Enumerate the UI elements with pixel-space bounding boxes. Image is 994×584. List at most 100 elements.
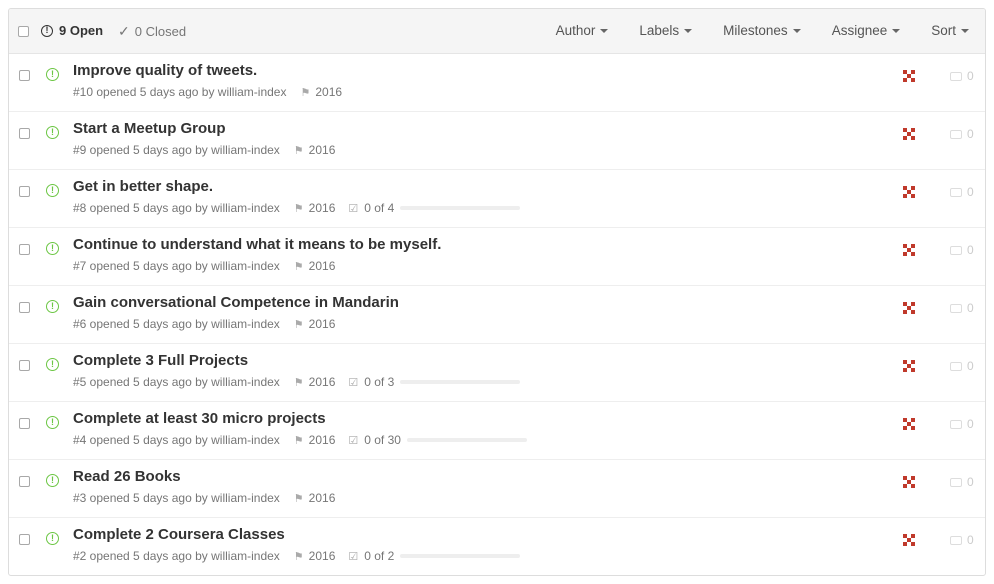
filter-milestones[interactable]: Milestones — [723, 23, 801, 38]
issue-title-link[interactable]: Complete 2 Coursera Classes — [73, 526, 285, 543]
assignee-avatar[interactable] — [903, 418, 915, 430]
issue-title-link[interactable]: Improve quality of tweets. — [73, 62, 257, 79]
milestone-label: 2016 — [308, 433, 336, 447]
filter-labels[interactable]: Labels — [639, 23, 693, 38]
issue-row: ! Complete 2 Coursera Classes #2 opened 5 … — [9, 518, 985, 575]
milestone-link[interactable]: ⚑ 2016 — [294, 201, 336, 215]
milestone-label: 2016 — [308, 317, 336, 331]
issue-opened-by: #6 opened 5 days ago by william-index — [73, 317, 280, 331]
assignee-avatar[interactable] — [903, 70, 915, 82]
milestone-link[interactable]: ⚑ 2016 — [294, 549, 336, 563]
assignee-avatar[interactable] — [903, 186, 915, 198]
issue-checkbox[interactable] — [19, 186, 30, 197]
issue-meta: #7 opened 5 days ago by william-index ⚑ 20… — [73, 259, 335, 273]
filter-author[interactable]: Author — [556, 23, 609, 38]
filter-assignee[interactable]: Assignee — [832, 23, 901, 38]
issue-title-link[interactable]: Gain conversational Competence in Mandar… — [73, 294, 399, 311]
issue-checkbox[interactable] — [19, 418, 30, 429]
comment-icon — [950, 71, 962, 81]
task-progress-bar — [400, 206, 521, 210]
caret-down-icon — [892, 29, 901, 33]
task-progress-bar — [400, 380, 521, 384]
comment-icon — [950, 245, 962, 255]
issue-title-link[interactable]: Complete at least 30 micro projects — [73, 410, 326, 427]
milestone-label: 2016 — [308, 143, 336, 157]
checklist-icon: ☑ — [348, 202, 359, 215]
task-count: 0 of 3 — [364, 375, 395, 389]
issue-checkbox[interactable] — [19, 302, 30, 313]
issue-opened-icon: ! — [46, 416, 59, 429]
issue-checkbox[interactable] — [19, 534, 30, 545]
issue-checkbox[interactable] — [19, 360, 30, 371]
milestone-link[interactable]: ⚑ 2016 — [300, 85, 342, 99]
issue-title-link[interactable]: Start a Meetup Group — [73, 120, 226, 137]
checklist-icon: ☑ — [348, 434, 359, 447]
comments-link[interactable]: 0 — [950, 533, 974, 547]
comment-count: 0 — [967, 301, 974, 315]
issue-title-link[interactable]: Complete 3 Full Projects — [73, 352, 248, 369]
milestone-link[interactable]: ⚑ 2016 — [294, 317, 336, 331]
issue-opened-icon: ! — [46, 358, 59, 371]
issue-checkbox[interactable] — [19, 244, 30, 255]
comments-link[interactable]: 0 — [950, 417, 974, 431]
task-progress: ☑ 0 of 3 — [348, 375, 521, 389]
issue-opened-by: #8 opened 5 days ago by william-index — [73, 201, 280, 215]
select-all-checkbox[interactable] — [18, 26, 29, 37]
task-progress: ☑ 0 of 2 — [348, 549, 521, 563]
milestone-label: 2016 — [308, 201, 336, 215]
issue-checkbox[interactable] — [19, 128, 30, 139]
milestone-link[interactable]: ⚑ 2016 — [294, 491, 336, 505]
assignee-avatar[interactable] — [903, 534, 915, 546]
issues-header: ! 9 Open ✓ 0 Closed Author Labels Milest… — [9, 9, 985, 54]
issue-title-link[interactable]: Get in better shape. — [73, 178, 213, 195]
assignee-avatar[interactable] — [903, 360, 915, 372]
milestone-label: 2016 — [308, 259, 336, 273]
filter-assignee-label: Assignee — [831, 23, 888, 38]
assignee-avatar[interactable] — [903, 302, 915, 314]
milestone-icon: ⚑ — [293, 260, 304, 273]
comments-link[interactable]: 0 — [950, 301, 974, 315]
issue-opened-icon: ! — [46, 242, 59, 255]
issue-checkbox[interactable] — [19, 476, 30, 487]
comments-link[interactable]: 0 — [950, 185, 974, 199]
assignee-avatar[interactable] — [903, 128, 915, 140]
closed-issues-tab[interactable]: ✓ 0 Closed — [118, 23, 186, 40]
issue-meta: #3 opened 5 days ago by william-index ⚑ 20… — [73, 491, 335, 505]
caret-down-icon — [792, 29, 801, 33]
comments-link[interactable]: 0 — [950, 359, 974, 373]
comments-link[interactable]: 0 — [950, 243, 974, 257]
issue-opened-icon: ! — [41, 24, 53, 37]
milestone-icon: ⚑ — [293, 492, 304, 505]
comments-link[interactable]: 0 — [950, 69, 974, 83]
milestone-link[interactable]: ⚑ 2016 — [294, 143, 336, 157]
assignee-avatar[interactable] — [903, 476, 915, 488]
task-progress-bar — [406, 438, 527, 442]
issue-title-link[interactable]: Read 26 Books — [73, 468, 181, 485]
issue-opened-by: #2 opened 5 days ago by william-index — [73, 549, 280, 563]
issue-opened-by: #10 opened 5 days ago by william-index — [73, 85, 287, 99]
assignee-avatar[interactable] — [903, 244, 915, 256]
task-progress: ☑ 0 of 30 — [348, 433, 527, 447]
comment-count: 0 — [967, 359, 974, 373]
issue-checkbox[interactable] — [19, 70, 30, 81]
filter-sort-label: Sort — [931, 23, 956, 38]
check-icon: ✓ — [118, 23, 130, 39]
issue-title-link[interactable]: Continue to understand what it means to … — [73, 236, 441, 253]
issue-rows: ! Improve quality of tweets. #10 opened 5 … — [9, 54, 985, 575]
comment-count: 0 — [967, 475, 974, 489]
milestone-link[interactable]: ⚑ 2016 — [294, 259, 336, 273]
filter-author-label: Author — [555, 23, 596, 38]
milestone-link[interactable]: ⚑ 2016 — [294, 375, 336, 389]
milestone-label: 2016 — [308, 375, 336, 389]
issue-opened-by: #9 opened 5 days ago by william-index — [73, 143, 280, 157]
milestone-link[interactable]: ⚑ 2016 — [294, 433, 336, 447]
issue-opened-icon: ! — [46, 300, 59, 313]
open-issues-tab[interactable]: ! 9 Open — [41, 23, 103, 38]
issue-opened-by: #3 opened 5 days ago by william-index — [73, 491, 280, 505]
task-progress-bar — [400, 554, 521, 558]
task-count: 0 of 4 — [364, 201, 395, 215]
filter-sort[interactable]: Sort — [931, 23, 969, 38]
comments-link[interactable]: 0 — [950, 127, 974, 141]
comments-link[interactable]: 0 — [950, 475, 974, 489]
comment-count: 0 — [967, 243, 974, 257]
